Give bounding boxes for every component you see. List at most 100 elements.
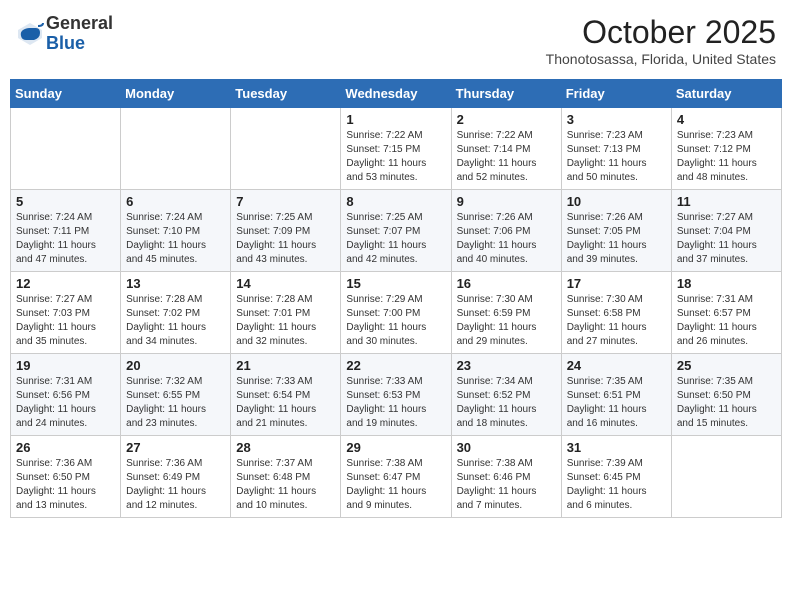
calendar-cell xyxy=(11,108,121,190)
day-number: 16 xyxy=(457,276,556,291)
day-number: 19 xyxy=(16,358,115,373)
calendar-cell: 26 Sunrise: 7:36 AM Sunset: 6:50 PM Dayli… xyxy=(11,436,121,518)
title-area: October 2025 Thonotosassa, Florida, Unit… xyxy=(546,14,776,67)
calendar-cell: 13 Sunrise: 7:28 AM Sunset: 7:02 PM Dayli… xyxy=(121,272,231,354)
day-info: Sunrise: 7:31 AM Sunset: 6:57 PM Dayligh… xyxy=(677,293,776,349)
day-number: 17 xyxy=(567,276,666,291)
calendar-cell: 7 Sunrise: 7:25 AM Sunset: 7:09 PM Daylig… xyxy=(231,190,341,272)
calendar-cell: 14Sunrise: 7:28 AM Sunset: 7:01 PM Dayli… xyxy=(231,272,341,354)
col-friday: Friday xyxy=(561,80,671,108)
calendar-cell: 21 Sunrise: 7:33 AM Sunset: 6:54 PM Dayli… xyxy=(231,354,341,436)
day-number: 9 xyxy=(457,194,556,209)
calendar-cell xyxy=(671,436,781,518)
day-info: Sunrise: 7:39 AM Sunset: 6:45 PM Dayligh… xyxy=(567,457,666,513)
day-info: Sunrise: 7:28 AM Sunset: 7:02 PM Dayligh… xyxy=(126,293,225,349)
day-number: 28 xyxy=(236,440,335,455)
day-number: 20 xyxy=(126,358,225,373)
calendar-cell: 10 Sunrise: 7:26 AM Sunset: 7:05 PM Dayli… xyxy=(561,190,671,272)
calendar-cell: 18 Sunrise: 7:31 AM Sunset: 6:57 PM Dayli… xyxy=(671,272,781,354)
day-info: Sunrise: 7:22 AM Sunset: 7:14 PM Dayligh… xyxy=(457,129,556,185)
calendar-cell: 19 Sunrise: 7:31 AM Sunset: 6:56 PM Dayli… xyxy=(11,354,121,436)
day-number: 27 xyxy=(126,440,225,455)
day-number: 10 xyxy=(567,194,666,209)
calendar-table: Sunday Monday Tuesday Wednesday Thursday… xyxy=(10,79,782,518)
day-number: 4 xyxy=(677,112,776,127)
day-info: Sunrise: 7:33 AM Sunset: 6:53 PM Dayligh… xyxy=(346,375,445,431)
logo-blue-text: Blue xyxy=(46,34,113,54)
day-info: Sunrise: 7:27 AM Sunset: 7:04 PM Dayligh… xyxy=(677,211,776,267)
month-title: October 2025 xyxy=(546,14,776,51)
day-number: 29 xyxy=(346,440,445,455)
day-info: Sunrise: 7:33 AM Sunset: 6:54 PM Dayligh… xyxy=(236,375,335,431)
calendar-week-1: 1Sunrise: 7:22 AM Sunset: 7:15 PM Daylig… xyxy=(11,108,782,190)
day-info: Sunrise: 7:26 AM Sunset: 7:05 PM Dayligh… xyxy=(567,211,666,267)
day-number: 13 xyxy=(126,276,225,291)
location-title: Thonotosassa, Florida, United States xyxy=(546,51,776,67)
day-info: Sunrise: 7:25 AM Sunset: 7:09 PM Dayligh… xyxy=(236,211,335,267)
col-thursday: Thursday xyxy=(451,80,561,108)
calendar-cell: 25Sunrise: 7:35 AM Sunset: 6:50 PM Dayli… xyxy=(671,354,781,436)
day-number: 23 xyxy=(457,358,556,373)
calendar-cell: 23 Sunrise: 7:34 AM Sunset: 6:52 PM Dayli… xyxy=(451,354,561,436)
day-number: 2 xyxy=(457,112,556,127)
day-info: Sunrise: 7:32 AM Sunset: 6:55 PM Dayligh… xyxy=(126,375,225,431)
day-number: 15 xyxy=(346,276,445,291)
calendar-cell: 12 Sunrise: 7:27 AM Sunset: 7:03 PM Dayli… xyxy=(11,272,121,354)
calendar-cell: 31 Sunrise: 7:39 AM Sunset: 6:45 PM Dayli… xyxy=(561,436,671,518)
day-info: Sunrise: 7:34 AM Sunset: 6:52 PM Dayligh… xyxy=(457,375,556,431)
day-number: 7 xyxy=(236,194,335,209)
calendar-cell: 17 Sunrise: 7:30 AM Sunset: 6:58 PM Dayli… xyxy=(561,272,671,354)
day-number: 18 xyxy=(677,276,776,291)
day-number: 25 xyxy=(677,358,776,373)
day-info: Sunrise: 7:30 AM Sunset: 6:58 PM Dayligh… xyxy=(567,293,666,349)
day-number: 12 xyxy=(16,276,115,291)
calendar-week-3: 12 Sunrise: 7:27 AM Sunset: 7:03 PM Dayli… xyxy=(11,272,782,354)
col-sunday: Sunday xyxy=(11,80,121,108)
day-info: Sunrise: 7:38 AM Sunset: 6:47 PM Dayligh… xyxy=(346,457,445,513)
calendar-cell: 2 Sunrise: 7:22 AM Sunset: 7:14 PM Daylig… xyxy=(451,108,561,190)
logo-general-text: General xyxy=(46,14,113,34)
calendar-cell: 28 Sunrise: 7:37 AM Sunset: 6:48 PM Dayli… xyxy=(231,436,341,518)
calendar-cell: 8 Sunrise: 7:25 AM Sunset: 7:07 PM Daylig… xyxy=(341,190,451,272)
calendar-cell: 4Sunrise: 7:23 AM Sunset: 7:12 PM Daylig… xyxy=(671,108,781,190)
calendar-cell: 22Sunrise: 7:33 AM Sunset: 6:53 PM Dayli… xyxy=(341,354,451,436)
day-info: Sunrise: 7:25 AM Sunset: 7:07 PM Dayligh… xyxy=(346,211,445,267)
day-info: Sunrise: 7:35 AM Sunset: 6:51 PM Dayligh… xyxy=(567,375,666,431)
day-number: 30 xyxy=(457,440,556,455)
day-info: Sunrise: 7:36 AM Sunset: 6:50 PM Dayligh… xyxy=(16,457,115,513)
day-info: Sunrise: 7:27 AM Sunset: 7:03 PM Dayligh… xyxy=(16,293,115,349)
day-info: Sunrise: 7:26 AM Sunset: 7:06 PM Dayligh… xyxy=(457,211,556,267)
logo: General Blue xyxy=(16,14,113,54)
calendar-cell: 5Sunrise: 7:24 AM Sunset: 7:11 PM Daylig… xyxy=(11,190,121,272)
day-number: 21 xyxy=(236,358,335,373)
day-info: Sunrise: 7:24 AM Sunset: 7:11 PM Dayligh… xyxy=(16,211,115,267)
day-info: Sunrise: 7:22 AM Sunset: 7:15 PM Dayligh… xyxy=(346,129,445,185)
day-info: Sunrise: 7:24 AM Sunset: 7:10 PM Dayligh… xyxy=(126,211,225,267)
calendar-cell: 16 Sunrise: 7:30 AM Sunset: 6:59 PM Dayli… xyxy=(451,272,561,354)
day-info: Sunrise: 7:31 AM Sunset: 6:56 PM Dayligh… xyxy=(16,375,115,431)
calendar-cell: 11Sunrise: 7:27 AM Sunset: 7:04 PM Dayli… xyxy=(671,190,781,272)
day-number: 3 xyxy=(567,112,666,127)
calendar-cell: 30 Sunrise: 7:38 AM Sunset: 6:46 PM Dayli… xyxy=(451,436,561,518)
day-info: Sunrise: 7:36 AM Sunset: 6:49 PM Dayligh… xyxy=(126,457,225,513)
day-info: Sunrise: 7:37 AM Sunset: 6:48 PM Dayligh… xyxy=(236,457,335,513)
day-number: 14 xyxy=(236,276,335,291)
day-number: 8 xyxy=(346,194,445,209)
col-tuesday: Tuesday xyxy=(231,80,341,108)
col-saturday: Saturday xyxy=(671,80,781,108)
day-number: 26 xyxy=(16,440,115,455)
calendar-cell: 6 Sunrise: 7:24 AM Sunset: 7:10 PM Daylig… xyxy=(121,190,231,272)
page-header: General Blue October 2025 Thonotosassa, … xyxy=(10,10,782,71)
day-number: 6 xyxy=(126,194,225,209)
calendar-cell xyxy=(121,108,231,190)
day-number: 31 xyxy=(567,440,666,455)
calendar-cell: 20 Sunrise: 7:32 AM Sunset: 6:55 PM Dayli… xyxy=(121,354,231,436)
day-info: Sunrise: 7:38 AM Sunset: 6:46 PM Dayligh… xyxy=(457,457,556,513)
calendar-cell: 24Sunrise: 7:35 AM Sunset: 6:51 PM Dayli… xyxy=(561,354,671,436)
day-info: Sunrise: 7:23 AM Sunset: 7:13 PM Dayligh… xyxy=(567,129,666,185)
day-info: Sunrise: 7:30 AM Sunset: 6:59 PM Dayligh… xyxy=(457,293,556,349)
calendar-week-2: 5Sunrise: 7:24 AM Sunset: 7:11 PM Daylig… xyxy=(11,190,782,272)
calendar-cell: 9 Sunrise: 7:26 AM Sunset: 7:06 PM Daylig… xyxy=(451,190,561,272)
calendar-cell: 1Sunrise: 7:22 AM Sunset: 7:15 PM Daylig… xyxy=(341,108,451,190)
calendar-header-row: Sunday Monday Tuesday Wednesday Thursday… xyxy=(11,80,782,108)
